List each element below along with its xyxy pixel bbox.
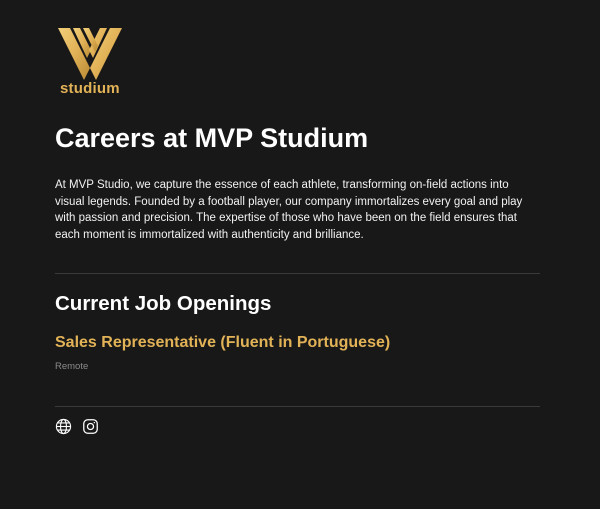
- job-openings-heading: Current Job Openings: [55, 292, 272, 315]
- globe-icon[interactable]: [55, 418, 72, 435]
- mvp-v-logo-icon: [58, 28, 122, 80]
- instagram-icon[interactable]: [82, 418, 99, 435]
- brand-logo[interactable]: studium: [58, 28, 122, 98]
- job-title-link[interactable]: Sales Representative (Fluent in Portugue…: [55, 332, 390, 354]
- section-divider: [55, 273, 540, 274]
- footer-divider: [55, 406, 540, 407]
- brand-wordmark: studium: [60, 80, 120, 97]
- page-title: Careers at MVP Studium: [55, 123, 369, 153]
- company-description: At MVP Studio, we capture the essence of…: [55, 179, 523, 241]
- job-location: Remote: [55, 361, 89, 372]
